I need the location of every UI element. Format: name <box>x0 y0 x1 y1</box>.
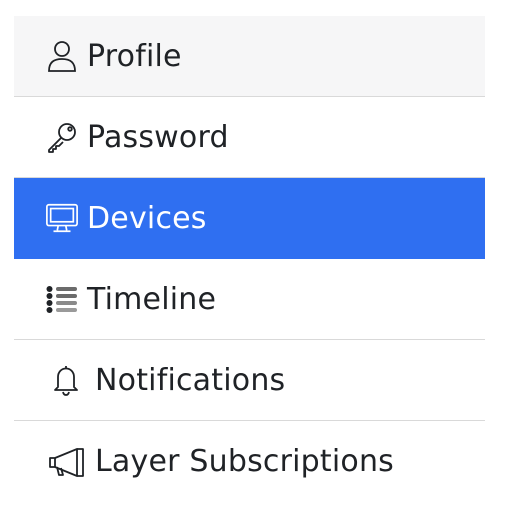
menu-item-label: Devices <box>87 200 207 236</box>
menu-item-password[interactable]: Password <box>14 97 485 178</box>
bell-icon <box>45 363 87 397</box>
list-icon <box>45 282 79 316</box>
megaphone-icon <box>45 445 87 479</box>
menu-item-notifications[interactable]: Notifications <box>14 340 485 421</box>
menu-item-layer-subscriptions[interactable]: Layer Subscriptions <box>14 421 485 502</box>
menu-item-label: Notifications <box>95 362 286 398</box>
menu-item-label: Layer Subscriptions <box>95 444 395 479</box>
menu-item-timeline[interactable]: Timeline <box>14 259 485 340</box>
menu-item-devices[interactable]: Devices <box>14 178 485 259</box>
menu-item-profile[interactable]: Profile <box>14 16 485 97</box>
menu-item-label: Profile <box>87 38 182 74</box>
menu-item-label: Timeline <box>87 281 217 317</box>
menu-item-label: Password <box>87 119 229 155</box>
monitor-icon <box>45 201 79 235</box>
key-icon <box>45 120 79 154</box>
settings-menu: Profile Password Devices Timeline Notifi… <box>14 16 485 502</box>
person-icon <box>45 39 79 73</box>
